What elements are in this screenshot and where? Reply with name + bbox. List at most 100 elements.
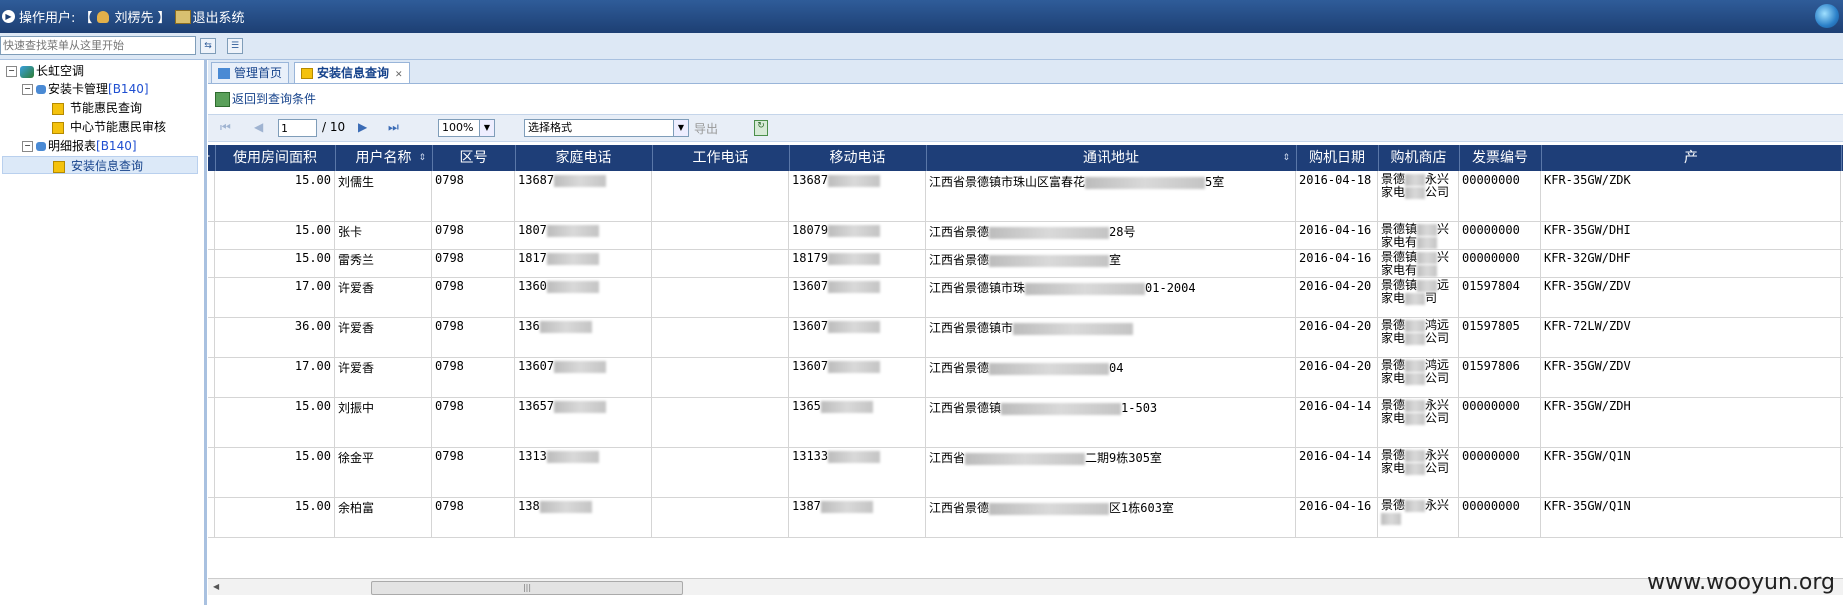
collapse-icon[interactable]: − [22, 84, 33, 95]
table-cell: 景德 永兴 家电 公司 [1378, 447, 1459, 497]
redacted-block [1417, 251, 1438, 264]
scroll-left-icon[interactable]: ◀ [213, 582, 219, 591]
table-cell: 15.00 [215, 249, 335, 277]
prev-page-icon[interactable]: ◀ [254, 120, 263, 134]
last-page-icon[interactable]: ⏭ [388, 120, 399, 135]
column-header[interactable]: 通讯地址 ⇕ [926, 145, 1297, 171]
tree-item-detail-report[interactable]: − 明细报表[B140] [22, 137, 137, 155]
product-model: KFR-35GW/ZDV [1544, 359, 1631, 373]
table-cell: 2016-04-18 [1296, 171, 1378, 221]
logout-icon[interactable] [174, 9, 191, 24]
table-row[interactable]: 15.00 徐金平 0798 1313 13133 江西省 二期9栋305室 2016-04-… [208, 447, 1843, 498]
tree-item-install-card[interactable]: − 安装卡管理[B140] [22, 80, 149, 98]
page-icon [301, 68, 313, 79]
table-cell: 江西省景德镇 1-503 [926, 397, 1296, 447]
table-cell: 2016-04-16 [1296, 221, 1378, 249]
tab-home[interactable]: 管理首页 [211, 62, 290, 83]
table-cell: 13607 [789, 357, 926, 397]
table-cell: 13607 [515, 357, 652, 397]
table-cell: KFR-35GW/ZDV [1541, 357, 1841, 397]
tree-root[interactable]: − 长虹空调 [6, 62, 84, 80]
menu-list-icon[interactable]: ☰ [227, 38, 243, 54]
sort-icon[interactable]: ⇕ [1282, 145, 1290, 171]
product-model: KFR-35GW/DHI [1544, 223, 1631, 237]
page-number-input[interactable] [278, 119, 317, 137]
redacted-block [828, 450, 881, 463]
back-to-query-link[interactable]: 返回到查询条件 [215, 88, 316, 110]
play-icon: ▶ [2, 10, 15, 23]
sort-icon[interactable]: ⇕ [418, 145, 426, 171]
shop-d: 公司 [1425, 461, 1450, 475]
table-row[interactable]: 15.00 刘振中 0798 13657 1365 江西省景德镇 1-503 2016-04-… [208, 397, 1843, 448]
table-cell: 13687 [789, 171, 926, 221]
table-cell: 2016-04-16 [1296, 249, 1378, 277]
close-tab-icon[interactable]: ✕ [395, 70, 403, 80]
column-header[interactable]: 产 [1541, 145, 1842, 171]
redacted-block [1417, 279, 1438, 292]
table-row[interactable]: 15.00 刘儒生 0798 13687 13687 江西省景德镇市珠山区富春花 5室 201… [208, 171, 1843, 222]
address-end: 01-2004 [1145, 281, 1196, 295]
mobile-phone: 18079 [792, 223, 829, 237]
shop-d: 司 [1425, 291, 1438, 305]
column-header[interactable]: 发票编号 [1459, 145, 1542, 171]
purchase-date: 2016-04-14 [1299, 449, 1372, 463]
export-button[interactable]: 导出 [694, 120, 718, 137]
table-row[interactable]: 15.00 余柏富 0798 138 1387 江西省景德 区1栋603室 2016-04-1… [208, 497, 1843, 538]
chevron-down-icon[interactable]: ▼ [673, 120, 688, 136]
table-cell: 0798 [432, 317, 515, 357]
table-cell: 0798 [432, 497, 515, 537]
table-row[interactable]: 15.00 雷秀兰 0798 1817 18179 江西省景德 室 2016-04-16 景德镇… [208, 249, 1843, 278]
table-row[interactable]: 17.00 许爱香 0798 1360 13607 江西省景德镇市珠 01-2004 2016… [208, 277, 1843, 318]
room-area: 15.00 [294, 223, 331, 237]
table-row[interactable]: 36.00 许爱香 0798 136 13607 江西省景德镇市 2016-04-20 景德 鸿… [208, 317, 1843, 358]
table-row[interactable]: 17.00 许爱香 0798 13607 13607 江西省景德 04 2016-04-20 景… [208, 357, 1843, 398]
mobile-phone: 18179 [792, 251, 829, 265]
redacted-block [820, 400, 873, 413]
collapse-icon[interactable]: − [22, 141, 33, 152]
chevron-down-icon[interactable]: ▼ [479, 120, 494, 136]
zoom-value: 100% [442, 121, 474, 134]
table-row[interactable]: 15.00 张卡 0798 1807 18079 江西省景德 28号 2016-04-16 景德… [208, 221, 1843, 250]
tree-item-center-audit[interactable]: 中心节能惠民审核 [52, 118, 166, 136]
column-header[interactable]: 移动电话 [789, 145, 927, 171]
search-go-icon[interactable]: ⇆ [200, 38, 216, 54]
table-cell: 1360 [515, 277, 652, 317]
table-cell: 15.00 [215, 447, 335, 497]
table-cell [652, 357, 789, 397]
column-header[interactable]: 购机商店 [1378, 145, 1460, 171]
first-page-icon[interactable]: ⏮ [220, 120, 231, 135]
table-cell: 01597804 [1459, 277, 1541, 317]
tab-install-info[interactable]: 安装信息查询 ✕ [294, 62, 410, 83]
table-cell: 136 [515, 317, 652, 357]
redacted-block [1381, 512, 1401, 525]
column-header[interactable]: 区号 [432, 145, 516, 171]
address-start: 江西省景德 [929, 225, 990, 239]
sidebar-tree: − 长虹空调 − 安装卡管理[B140] 节能惠民查询 中心节能惠民审核 − 明细报表… [0, 60, 207, 605]
column-header[interactable]: 用户名称 ⇕ [335, 145, 433, 171]
column-header[interactable]: 家庭电话 [515, 145, 653, 171]
tree-logo-icon [20, 65, 34, 78]
tree-item-install-info[interactable]: 安装信息查询 [2, 156, 198, 174]
user-name: 刘儒生 [338, 175, 375, 189]
shop-d: 公司 [1425, 331, 1450, 345]
zoom-select[interactable]: 100% ▼ [438, 119, 495, 137]
refresh-icon[interactable]: ↻ [754, 120, 768, 136]
collapse-icon[interactable]: − [6, 66, 17, 77]
purchase-date: 2016-04-20 [1299, 279, 1372, 293]
scroll-thumb[interactable]: ||| [371, 581, 683, 595]
column-header[interactable]: 工作电话 [652, 145, 790, 171]
column-header[interactable]: 购机日期 [1296, 145, 1379, 171]
format-select[interactable]: 选择格式 ▼ [524, 119, 689, 137]
redacted-block [554, 174, 607, 187]
redacted-block [1405, 359, 1426, 372]
column-header[interactable]: 使用房间面积 [215, 145, 336, 171]
menu-search-input[interactable] [0, 36, 196, 55]
shop-c: 家电有 [1381, 235, 1418, 249]
horizontal-scrollbar[interactable]: ◀ ||| [208, 578, 1843, 595]
table-cell: 15.00 [215, 171, 335, 221]
address-start: 江西省景德 [929, 253, 990, 267]
logout-link[interactable]: 退出系统 [193, 7, 245, 26]
next-page-icon[interactable]: ▶ [358, 120, 367, 134]
tree-item-energy-query[interactable]: 节能惠民查询 [52, 99, 142, 117]
table-cell: KFR-72LW/ZDV [1541, 317, 1841, 357]
